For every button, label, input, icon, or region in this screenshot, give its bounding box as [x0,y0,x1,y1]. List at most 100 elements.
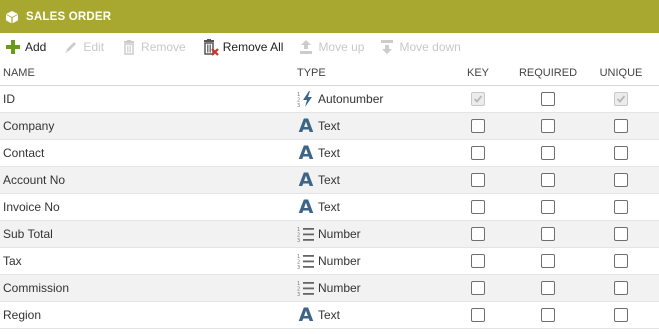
table-body: ID 1 2 3 Autonumber Company A Text Contact A Text A… [0,86,659,329]
required-checkbox[interactable] [541,200,555,214]
table-row[interactable]: Account No A Text [0,167,659,194]
unique-cell [614,140,628,166]
table-row[interactable]: ID 1 2 3 Autonumber [0,86,659,113]
required-checkbox[interactable] [541,92,555,106]
unique-checkbox[interactable] [614,200,628,214]
add-button[interactable]: Add [4,33,46,60]
field-type-label: Number [318,254,361,268]
key-checkbox[interactable] [471,254,485,268]
table-row[interactable]: Tax 1 2 3 Number [0,248,659,275]
required-cell [541,167,555,193]
unique-checkbox[interactable] [614,254,628,268]
move-down-icon [378,38,396,56]
unique-cell [614,275,628,301]
table-row[interactable]: Company A Text [0,113,659,140]
move-down-label: Move down [399,39,461,54]
table-row[interactable]: Sub Total 1 2 3 Number [0,221,659,248]
field-type: A Text [297,302,340,328]
number-type-icon: 123 [297,225,315,243]
field-type: A Text [297,113,340,139]
key-checkbox[interactable] [471,308,485,322]
move-up-icon [297,38,315,56]
column-header-name[interactable]: NAME [3,60,35,85]
unique-checkbox[interactable] [614,227,628,241]
field-name: Invoice No [3,200,60,214]
field-type-label: Text [318,308,341,322]
unique-cell [614,302,628,328]
unique-checkbox[interactable] [614,173,628,187]
table-row[interactable]: Region A Text [0,302,659,329]
key-cell [471,275,485,301]
remove-all-label: Remove All [222,39,284,54]
key-checkbox[interactable] [471,200,485,214]
required-checkbox[interactable] [541,227,555,241]
text-type-icon: A [298,196,314,218]
field-type: A Text [297,167,340,193]
required-checkbox[interactable] [541,119,555,133]
key-cell [471,113,485,139]
fields-table: NAME TYPE KEY REQUIRED UNIQUE ID 1 2 3 Auton… [0,60,659,329]
field-type-label: Number [318,281,361,295]
unique-checkbox [614,92,628,106]
key-cell [471,248,485,274]
unique-checkbox[interactable] [614,281,628,295]
edit-button[interactable]: Edit [62,33,104,60]
field-type: 1 2 3 Autonumber [297,86,383,112]
required-cell [541,140,555,166]
required-cell [541,275,555,301]
field-name: Sub Total [3,227,53,241]
key-cell [471,194,485,220]
remove-all-button[interactable]: Remove All [202,33,284,60]
required-checkbox[interactable] [541,173,555,187]
move-down-button[interactable]: Move down [378,33,461,60]
key-cell [471,86,485,112]
table-row[interactable]: Commission 1 2 3 Number [0,275,659,302]
text-type-icon: A [298,169,314,191]
required-checkbox[interactable] [541,254,555,268]
required-checkbox[interactable] [541,308,555,322]
key-checkbox[interactable] [471,146,485,160]
field-type-label: Number [318,227,361,241]
unique-cell [614,221,628,247]
edit-label: Edit [83,39,105,54]
field-type: A Text [297,140,340,166]
required-checkbox[interactable] [541,281,555,295]
key-checkbox[interactable] [471,173,485,187]
key-checkbox[interactable] [471,281,485,295]
column-header-required[interactable]: REQUIRED [519,60,577,85]
unique-checkbox[interactable] [614,146,628,160]
field-name: Tax [3,254,22,268]
svg-text:3: 3 [297,292,300,297]
required-cell [541,302,555,328]
field-type-label: Autonumber [318,92,384,106]
column-header-key[interactable]: KEY [467,60,489,85]
required-cell [541,248,555,274]
required-checkbox[interactable] [541,146,555,160]
table-row[interactable]: Contact A Text [0,140,659,167]
key-checkbox[interactable] [471,227,485,241]
key-checkbox[interactable] [471,119,485,133]
unique-cell [614,86,628,112]
key-checkbox [471,92,485,106]
unique-cell [614,194,628,220]
required-cell [541,113,555,139]
svg-text:3: 3 [297,103,300,108]
required-cell [541,194,555,220]
field-name: ID [3,92,15,106]
number-type-icon: 123 [297,279,315,297]
key-cell [471,302,485,328]
field-type-label: Text [318,200,341,214]
column-header-type[interactable]: TYPE [297,60,326,85]
unique-cell [614,113,628,139]
field-type: 1 2 3 Number [297,248,361,274]
table-row[interactable]: Invoice No A Text [0,194,659,221]
plus-icon [4,38,22,56]
unique-checkbox[interactable] [614,119,628,133]
column-header-unique[interactable]: UNIQUE [600,60,643,85]
field-type: 1 2 3 Number [297,275,361,301]
unique-checkbox[interactable] [614,308,628,322]
svg-text:3: 3 [297,238,300,243]
text-type-icon: A [298,142,314,164]
remove-button[interactable]: Remove [120,33,186,60]
move-up-button[interactable]: Move up [297,33,364,60]
